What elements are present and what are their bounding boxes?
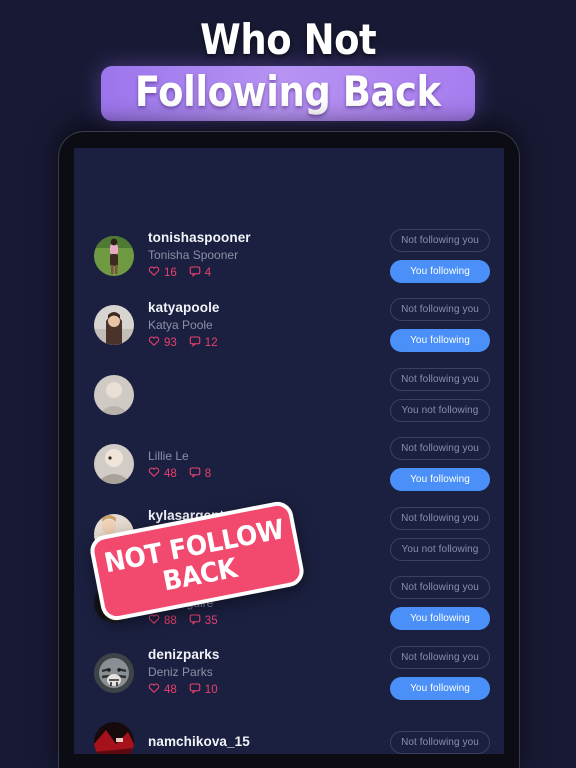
status-badge-you-not-following[interactable]: You not following: [390, 537, 490, 561]
status-badge-not-following-you[interactable]: Not following you: [390, 645, 490, 669]
avatar[interactable]: [94, 305, 134, 346]
promo-title-highlight: Following Back: [101, 66, 475, 121]
status-button-group: Not following you You not following: [390, 506, 490, 561]
status-button-group: Not following you You not following: [390, 367, 490, 422]
status-badge-you-following[interactable]: You following: [390, 468, 490, 492]
status-button-group: Not following you You following: [390, 576, 490, 631]
status-button-group: Not following you You following: [390, 437, 490, 492]
heart-icon: [148, 335, 160, 351]
user-meta: denizparks Deniz Parks 48 10: [134, 647, 390, 698]
status-badge-you-following[interactable]: You following: [390, 329, 490, 353]
promo-header: Who Not Following Back: [0, 0, 576, 128]
user-row[interactable]: denizparks Deniz Parks 48 10 Not following y…: [74, 638, 504, 708]
status-badge-not-following-you[interactable]: Not following you: [390, 228, 490, 252]
status-badge-not-following-you[interactable]: Not following you: [390, 437, 490, 461]
fullname-label: Tonisha Spooner: [148, 248, 239, 263]
status-button-group: Not following you: [390, 730, 490, 754]
promo-title-line2: Following Back: [135, 67, 441, 116]
avatar[interactable]: [94, 722, 134, 754]
status-badge-not-following-you[interactable]: Not following you: [390, 367, 490, 391]
fullname-label: Lillie Le: [148, 448, 189, 463]
engagement-stats: 16 4: [148, 265, 390, 281]
heart-icon: [148, 265, 160, 281]
comment-icon: [189, 682, 201, 698]
avatar[interactable]: [94, 235, 134, 276]
comment-icon: [189, 613, 201, 629]
status-button-group: Not following you You following: [390, 645, 490, 700]
status-badge-you-not-following[interactable]: You not following: [390, 398, 490, 422]
username-label: denizparks: [148, 647, 220, 663]
comment-icon: [189, 466, 201, 482]
engagement-stats: 93 12: [148, 335, 390, 351]
status-badge-not-following-you[interactable]: Not following you: [390, 576, 490, 600]
user-row[interactable]: tonishaspooner Tonisha Spooner 16 4 Not foll…: [74, 221, 504, 291]
engagement-stats: 48 10: [148, 682, 390, 698]
user-meta: tonishaspooner Tonisha Spooner 16 4: [134, 230, 390, 281]
likes-count: 48: [164, 467, 177, 480]
likes-count: 88: [164, 614, 177, 627]
comments-count: 4: [204, 267, 212, 280]
comment-icon: [189, 265, 201, 281]
likes-count: 16: [164, 267, 177, 280]
comments-count: 8: [204, 467, 212, 480]
status-badge-you-following[interactable]: You following: [390, 259, 490, 283]
comments-count: 35: [204, 614, 218, 627]
fullname-label: Deniz Parks: [148, 665, 213, 680]
heart-icon: [148, 682, 160, 698]
heart-icon: [148, 466, 160, 482]
status-button-group: Not following you You following: [390, 228, 490, 283]
status-badge-you-following[interactable]: You following: [390, 607, 490, 631]
username-label: tonishaspooner: [148, 230, 251, 246]
tablet-device-frame: tonishaspooner Tonisha Spooner 16 4 Not foll…: [58, 131, 520, 768]
avatar[interactable]: [94, 444, 134, 485]
username-label: namchikova_15: [148, 733, 250, 749]
likes-count: 48: [164, 684, 177, 697]
status-badge-not-following-you[interactable]: Not following you: [390, 506, 490, 530]
comments-count: 10: [204, 684, 218, 697]
comment-icon: [189, 335, 201, 351]
user-meta: namchikova_15: [134, 734, 390, 751]
avatar[interactable]: [94, 652, 134, 693]
engagement-stats: 48 8: [148, 466, 390, 482]
user-row[interactable]: Lillie Le 48 8 Not following you You followi…: [74, 430, 504, 500]
tablet-screen: tonishaspooner Tonisha Spooner 16 4 Not foll…: [74, 148, 504, 754]
comments-count: 12: [204, 336, 218, 349]
user-row[interactable]: Not following you You not following: [74, 360, 504, 430]
not-following-back-list[interactable]: tonishaspooner Tonisha Spooner 16 4 Not foll…: [74, 221, 504, 754]
username-label: katyapoole: [148, 299, 220, 315]
status-button-group: Not following you You following: [390, 298, 490, 353]
user-row[interactable]: katyapoole Katya Poole 93 12 Not following y…: [74, 291, 504, 361]
user-meta: [134, 394, 390, 395]
user-meta: katyapoole Katya Poole 93 12: [134, 300, 390, 351]
status-badge-you-following[interactable]: You following: [390, 676, 490, 700]
likes-count: 93: [164, 336, 177, 349]
fullname-label: Katya Poole: [148, 317, 213, 332]
avatar[interactable]: [94, 374, 134, 415]
user-meta: Lillie Le 48 8: [134, 447, 390, 482]
status-badge-not-following-you[interactable]: Not following you: [390, 730, 490, 754]
engagement-stats: 88 35: [148, 613, 390, 629]
promo-title-line1: Who Not: [199, 15, 377, 64]
status-badge-not-following-you[interactable]: Not following you: [390, 298, 490, 322]
user-row[interactable]: namchikova_15 Not following you: [74, 708, 504, 754]
heart-icon: [148, 613, 160, 629]
